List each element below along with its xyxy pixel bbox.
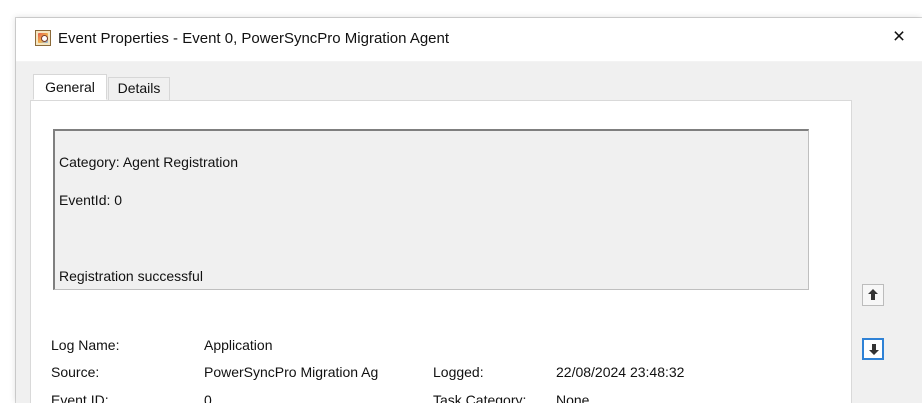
logged-value: 22/08/2024 23:48:32 <box>556 364 685 380</box>
arrow-up-icon <box>868 289 878 300</box>
next-event-button[interactable] <box>862 338 884 360</box>
event-properties-window: Event Properties - Event 0, PowerSyncPro… <box>16 18 922 403</box>
event-properties-icon <box>35 30 51 46</box>
task-category-value: None <box>556 392 590 403</box>
logged-label: Logged: <box>433 364 484 380</box>
arrow-down-icon <box>869 344 879 355</box>
tab-general[interactable]: General <box>33 74 107 100</box>
description-line-blank <box>59 229 804 248</box>
event-id-value: 0 <box>204 392 212 403</box>
source-value: PowerSyncPro Migration Ag <box>204 364 379 380</box>
close-button[interactable]: × <box>887 25 911 49</box>
event-description-box[interactable]: Category: Agent Registration EventId: 0 … <box>53 129 809 290</box>
tab-details[interactable]: Details <box>108 77 170 101</box>
description-line-category: Category: Agent Registration <box>59 154 238 170</box>
description-line-message: Registration successful <box>59 268 203 284</box>
event-navigation <box>858 276 886 371</box>
previous-event-button[interactable] <box>862 284 884 306</box>
title-bar: Event Properties - Event 0, PowerSyncPro… <box>16 18 922 62</box>
screenshot-stage: Event Properties - Event 0, PowerSyncPro… <box>0 0 922 403</box>
log-name-label: Log Name: <box>51 337 120 353</box>
source-label: Source: <box>51 364 100 380</box>
log-name-value: Application <box>204 337 273 353</box>
task-category-label: Task Category: <box>433 392 527 403</box>
general-tab-panel: Category: Agent Registration EventId: 0 … <box>30 100 852 403</box>
window-title: Event Properties - Event 0, PowerSyncPro… <box>58 30 450 47</box>
event-id-label: Event ID: <box>51 392 109 403</box>
description-line-eventid: EventId: 0 <box>59 192 123 208</box>
